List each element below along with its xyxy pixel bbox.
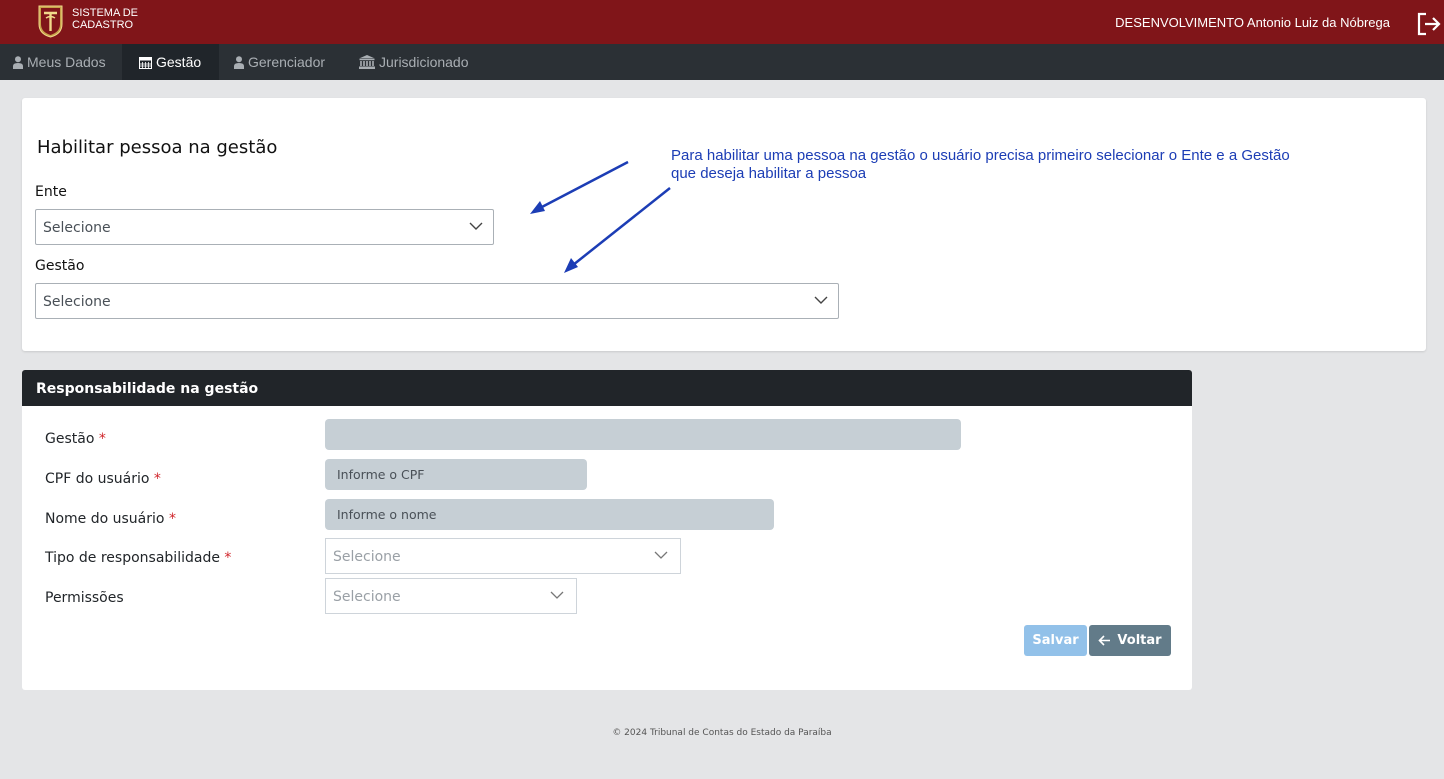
tipo-select-value: Selecione <box>333 549 401 565</box>
help-annotation-line1: Para habilitar uma pessoa na gestão o us… <box>671 147 1290 164</box>
cpf-field-label-text: CPF do usuário <box>45 471 150 487</box>
habilitar-card: Habilitar pessoa na gestão Ente Selecion… <box>22 98 1426 351</box>
required-mark: * <box>224 550 232 566</box>
user-icon <box>234 55 244 69</box>
chevron-down-icon <box>469 222 483 230</box>
nome-input[interactable]: Informe o nome <box>325 499 774 530</box>
chevron-down-icon <box>654 551 668 559</box>
tipo-field-label: Tipo de responsabilidade * <box>45 550 231 566</box>
tipo-field-label-text: Tipo de responsabilidade <box>45 550 220 566</box>
responsabilidade-card: Responsabilidade na gestão Gestão * CPF … <box>22 370 1192 690</box>
system-name-line1: SISTEMA DE <box>72 7 139 19</box>
save-button[interactable]: Salvar <box>1024 625 1087 656</box>
permissoes-select-value: Selecione <box>333 589 401 605</box>
gestao-field-label-text: Gestão <box>45 431 95 447</box>
logout-icon[interactable] <box>1416 11 1442 37</box>
system-name-line2: CADASTRO <box>72 19 134 31</box>
arrow-to-gestao-icon <box>564 187 671 273</box>
required-mark: * <box>168 511 176 527</box>
calendar-icon <box>139 56 152 69</box>
arrow-left-icon <box>1098 635 1111 646</box>
tipo-responsabilidade-select[interactable]: Selecione <box>325 538 681 574</box>
tce-logo-icon <box>38 5 63 38</box>
ente-label: Ente <box>35 184 67 200</box>
cpf-input[interactable]: Informe o CPF <box>325 459 587 490</box>
permissoes-select[interactable]: Selecione <box>325 578 577 614</box>
arrow-to-ente-icon <box>530 160 629 214</box>
institution-icon <box>359 55 375 69</box>
gestao-readonly-field[interactable] <box>325 419 961 450</box>
back-button[interactable]: Voltar <box>1089 625 1171 656</box>
main-nav: Meus Dados Gestão Gerenciador Jurisdicio… <box>0 44 1444 80</box>
user-icon <box>13 55 23 69</box>
nome-field-label: Nome do usuário * <box>45 511 176 527</box>
required-mark: * <box>98 431 106 447</box>
page-title: Habilitar pessoa na gestão <box>37 137 278 158</box>
top-bar: SISTEMA DE CADASTRO DESENVOLVIMENTO Anto… <box>0 0 1444 44</box>
permissoes-field-label: Permissões <box>45 590 124 606</box>
help-annotation: Para habilitar uma pessoa na gestão o us… <box>671 147 1371 183</box>
back-button-label: Voltar <box>1117 633 1162 648</box>
chevron-down-icon <box>814 296 828 304</box>
nav-item-label: Gestão <box>156 54 202 70</box>
nav-item-meus-dados[interactable]: Meus Dados <box>0 44 122 80</box>
gestao-field-label: Gestão * <box>45 431 106 447</box>
required-mark: * <box>153 471 161 487</box>
footer-copyright: © 2024 Tribunal de Contas do Estado da P… <box>612 728 832 738</box>
ente-select-value: Selecione <box>43 220 111 236</box>
environment-user-label: DESENVOLVIMENTO Antonio Luiz da Nóbrega <box>1115 15 1390 30</box>
nav-item-jurisdicionado[interactable]: Jurisdicionado <box>359 44 469 80</box>
ente-select[interactable]: Selecione <box>35 209 494 245</box>
system-name: SISTEMA DE CADASTRO <box>72 7 138 31</box>
gestao-select-value: Selecione <box>43 294 111 310</box>
cpf-field-label: CPF do usuário * <box>45 471 161 487</box>
nav-item-gerenciador[interactable]: Gerenciador <box>234 44 325 80</box>
nav-item-gestao[interactable]: Gestão <box>122 44 219 80</box>
nome-field-label-text: Nome do usuário <box>45 511 165 527</box>
gestao-label: Gestão <box>35 258 85 274</box>
help-annotation-line2: que deseja habilitar a pessoa <box>671 165 867 182</box>
nav-item-label: Gerenciador <box>248 54 326 70</box>
chevron-down-icon <box>550 591 564 599</box>
nav-item-label: Jurisdicionado <box>379 54 469 70</box>
nav-item-label: Meus Dados <box>27 54 106 70</box>
responsabilidade-header: Responsabilidade na gestão <box>22 370 1192 406</box>
gestao-select[interactable]: Selecione <box>35 283 839 319</box>
